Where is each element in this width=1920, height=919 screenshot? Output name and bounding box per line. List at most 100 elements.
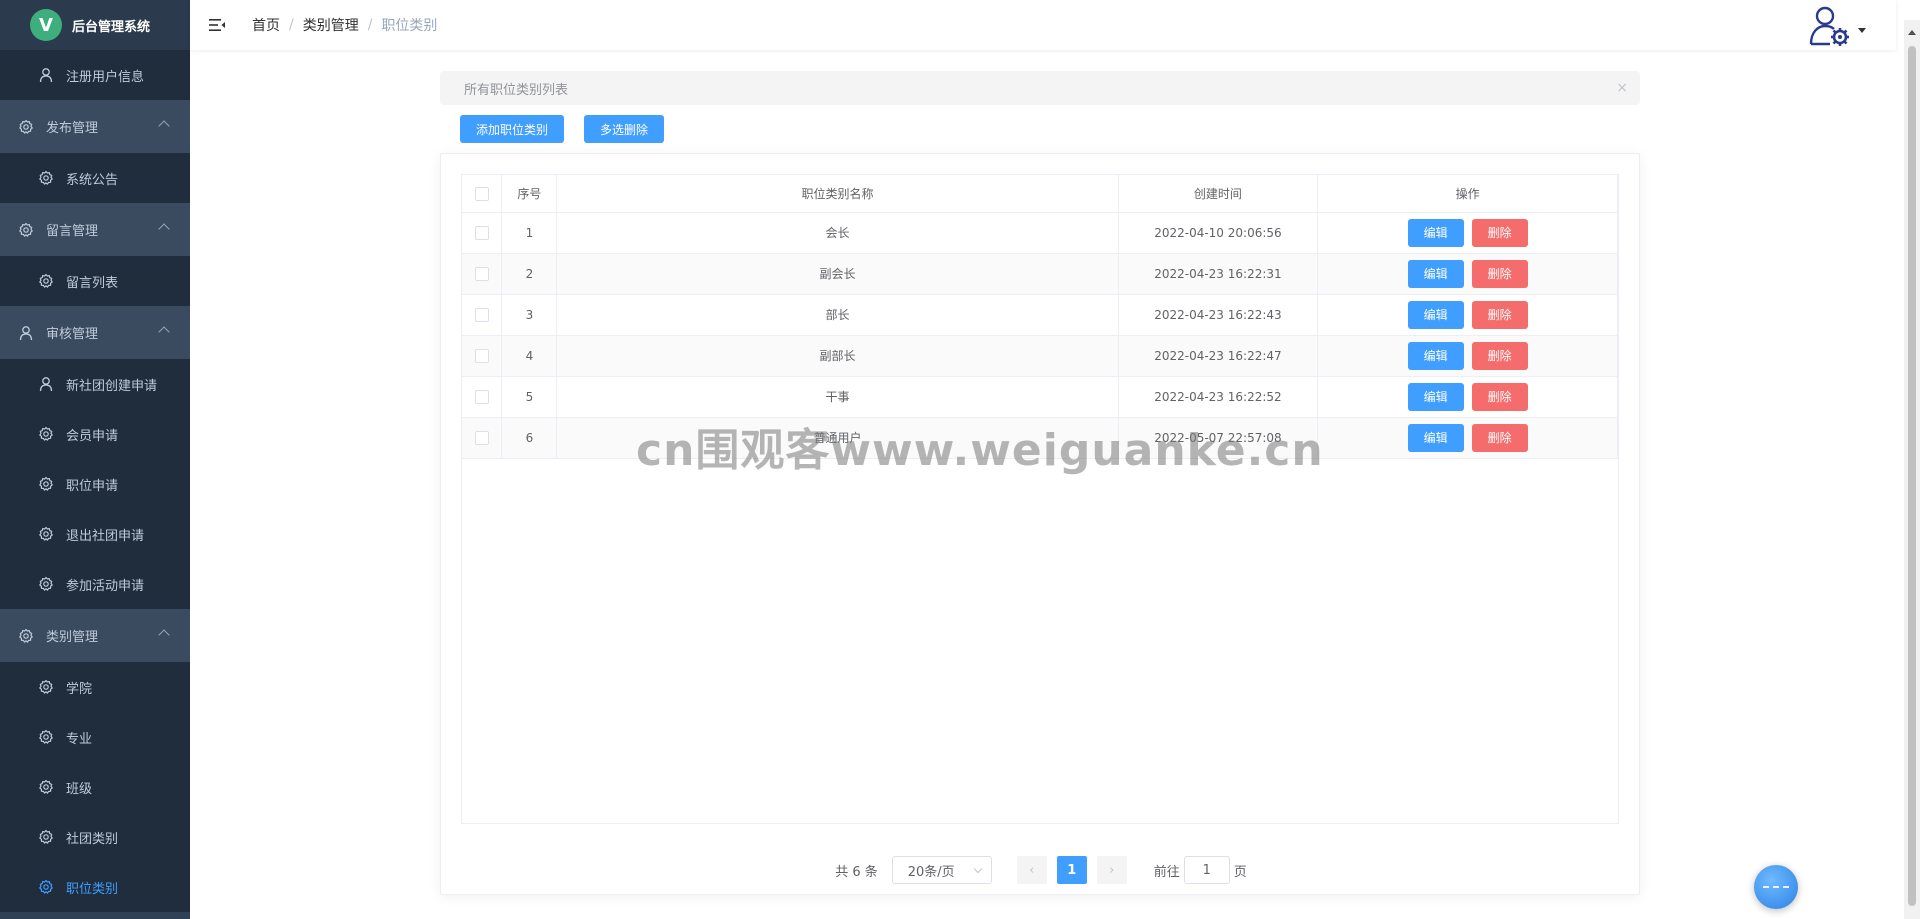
row-select-cell [462, 294, 503, 336]
sidebar-item-label: 会员申请 [66, 428, 119, 444]
row-actions: 编辑 删除 [1317, 335, 1618, 377]
info-alert: 所有职位类别列表 × [440, 71, 1640, 105]
pagination: 共 6 条 20条/页 ‹ 1 › 前往 1 页 [441, 854, 1641, 886]
table-row: 3 部长 2022-04-23 16:22:43 编辑 删除 [462, 294, 1618, 336]
edit-button[interactable]: 编辑 [1407, 259, 1464, 288]
page-size-value: 20条/页 [907, 864, 955, 880]
row-actions: 编辑 删除 [1317, 294, 1618, 336]
sidebar-item-8[interactable]: 职位申请 [0, 459, 190, 509]
chevron-up-icon [158, 326, 170, 338]
chevron-up-icon [158, 223, 170, 235]
multi-delete-button[interactable]: 多选删除 [584, 115, 664, 143]
row-name: 部长 [556, 294, 1119, 336]
table-card: 序号 职位类别名称 创建时间 操作 1 会长 2022-04-10 20:06:56… [440, 153, 1640, 895]
sidebar-item-2[interactable]: 系统公告 [0, 153, 190, 203]
row-checkbox[interactable] [474, 266, 489, 281]
user-menu[interactable] [1808, 4, 1866, 48]
sidebar-item-label: 新社团创建申请 [66, 378, 158, 394]
row-index: 2 [501, 253, 558, 295]
row-index: 6 [501, 417, 558, 459]
page-size-select[interactable]: 20条/页 [891, 856, 992, 884]
chevron-up-icon [158, 629, 170, 641]
user-settings-icon [1809, 6, 1849, 46]
delete-button[interactable]: 删除 [1471, 423, 1528, 452]
sidebar-item-16[interactable]: 职位类别 [0, 862, 190, 912]
sidebar-item-4[interactable]: 留言列表 [0, 256, 190, 306]
goto-prefix: 前往 [1153, 864, 1180, 880]
gear-icon [38, 829, 54, 845]
row-checkbox[interactable] [474, 348, 489, 363]
sidebar-item-15[interactable]: 社团类别 [0, 812, 190, 862]
row-index: 4 [501, 335, 558, 377]
edit-button[interactable]: 编辑 [1407, 300, 1464, 329]
breadcrumb-parent[interactable]: 类别管理 [303, 15, 359, 35]
sidebar-item-label: 审核管理 [46, 327, 99, 342]
select-all-checkbox[interactable] [474, 186, 489, 201]
sidebar-item-label: 注册用户信息 [66, 69, 145, 85]
sidebar-item-label: 留言列表 [66, 275, 119, 291]
sidebar-item-7[interactable]: 会员申请 [0, 409, 190, 459]
delete-button[interactable]: 删除 [1471, 382, 1528, 411]
sidebar-item-label: 学院 [66, 681, 93, 697]
edit-button[interactable]: 编辑 [1407, 423, 1464, 452]
delete-button[interactable]: 删除 [1471, 341, 1528, 370]
pagination-total: 共 6 条 [835, 864, 878, 880]
sidebar-item-12[interactable]: 学院 [0, 662, 190, 712]
row-actions: 编辑 删除 [1317, 212, 1618, 254]
hamburger-icon[interactable] [208, 16, 226, 34]
data-table: 序号 职位类别名称 创建时间 操作 1 会长 2022-04-10 20:06:56… [461, 174, 1619, 824]
delete-button[interactable]: 删除 [1471, 259, 1528, 288]
gear-icon [38, 426, 54, 442]
row-actions: 编辑 删除 [1317, 376, 1618, 418]
user-icon [38, 67, 54, 83]
sidebar-item-10[interactable]: 参加活动申请 [0, 559, 190, 609]
row-index: 1 [501, 212, 558, 254]
delete-button[interactable]: 删除 [1471, 300, 1528, 329]
sidebar-group-1[interactable]: 发布管理 [0, 100, 190, 153]
row-select-cell [462, 376, 503, 418]
gear-icon [18, 119, 34, 135]
prev-page-button[interactable]: ‹ [1016, 856, 1047, 884]
sidebar-item-label: 留言管理 [46, 224, 99, 239]
delete-button[interactable]: 删除 [1471, 218, 1528, 247]
sidebar-group-5[interactable]: 审核管理 [0, 306, 190, 359]
edit-button[interactable]: 编辑 [1407, 218, 1464, 247]
row-name: 副部长 [556, 335, 1119, 377]
add-position-category-button[interactable]: 添加职位类别 [460, 115, 564, 143]
row-created: 2022-04-23 16:22:43 [1118, 294, 1319, 336]
goto-page-input[interactable]: 1 [1183, 856, 1230, 884]
sidebar-group-11[interactable]: 类别管理 [0, 609, 190, 662]
top-header: 首页 / 类别管理 / 职位类别 [190, 0, 1896, 50]
user-icon [38, 376, 54, 392]
table-body: 1 会长 2022-04-10 20:06:56 编辑 删除 2 副会长 2022-04-23… [462, 212, 1618, 459]
chevron-left-icon: ‹ [1029, 862, 1035, 878]
page-number-button[interactable]: 1 [1056, 856, 1087, 884]
sidebar: V 后台管理系统 注册用户信息发布管理 系统公告留言管理留言列表审核管理新社团创建… [0, 0, 190, 919]
sidebar-item-6[interactable]: 新社团创建申请 [0, 359, 190, 409]
row-checkbox[interactable] [474, 430, 489, 445]
breadcrumb-home[interactable]: 首页 [252, 15, 280, 35]
row-checkbox[interactable] [474, 225, 489, 240]
row-select-cell [462, 417, 503, 459]
sidebar-item-0[interactable]: 注册用户信息 [0, 50, 190, 100]
sidebar-item-9[interactable]: 退出社团申请 [0, 509, 190, 559]
sidebar-item-14[interactable]: 班级 [0, 762, 190, 812]
scroll-thumb[interactable] [1908, 46, 1916, 906]
edit-button[interactable]: 编辑 [1407, 341, 1464, 370]
sidebar-item-13[interactable]: 专业 [0, 712, 190, 762]
scroll-up-arrow-icon[interactable] [1908, 30, 1916, 35]
floating-action-button[interactable] [1754, 865, 1798, 909]
row-name: 会长 [556, 212, 1119, 254]
gear-icon [18, 222, 34, 238]
row-checkbox[interactable] [474, 307, 489, 322]
logo[interactable]: V 后台管理系统 [0, 0, 190, 50]
table-row: 6 普通用户 2022-05-07 22:57:08 编辑 删除 [462, 417, 1618, 459]
edit-button[interactable]: 编辑 [1407, 382, 1464, 411]
gear-icon [38, 273, 54, 289]
row-checkbox[interactable] [474, 389, 489, 404]
gear-icon [38, 679, 54, 695]
close-icon[interactable]: × [1616, 80, 1628, 96]
next-page-button[interactable]: › [1096, 856, 1127, 884]
sidebar-group-3[interactable]: 留言管理 [0, 203, 190, 256]
page-scrollbar[interactable] [1904, 20, 1920, 919]
